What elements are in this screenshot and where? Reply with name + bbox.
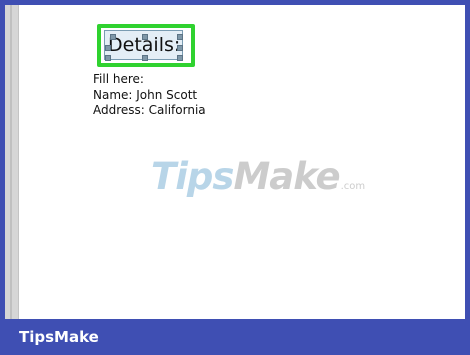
resize-handle-bottom-center-icon[interactable] bbox=[142, 55, 148, 61]
resize-handle-bottom-right-icon[interactable] bbox=[177, 55, 183, 61]
resize-handle-top-right-icon[interactable] bbox=[177, 34, 183, 40]
document-body-text: Fill here: Name: John Scott Address: Cal… bbox=[93, 72, 206, 119]
resize-handle-middle-right-icon[interactable] bbox=[177, 45, 183, 51]
resize-handle-top-left-icon[interactable] bbox=[110, 34, 116, 40]
document-line-address: Address: California bbox=[93, 103, 206, 117]
document-line-fill-here: Fill here: bbox=[93, 72, 144, 86]
watermark-suffix: .com bbox=[340, 181, 366, 192]
resize-handle-middle-left-icon[interactable] bbox=[105, 45, 111, 51]
watermark-tips: Tips bbox=[151, 155, 234, 198]
resize-handle-top-center-icon[interactable] bbox=[142, 34, 148, 40]
document-line-name: Name: John Scott bbox=[93, 87, 198, 102]
document-canvas: Details: Fill here: Name: John Scott Add… bbox=[5, 5, 465, 319]
watermark-logo: TipsMake.com bbox=[151, 155, 365, 198]
watermark-make: Make bbox=[233, 155, 340, 198]
page-left-edge bbox=[5, 5, 19, 319]
resize-handle-bottom-left-icon[interactable] bbox=[105, 55, 111, 61]
footer-brand-label: TipsMake bbox=[19, 328, 99, 346]
